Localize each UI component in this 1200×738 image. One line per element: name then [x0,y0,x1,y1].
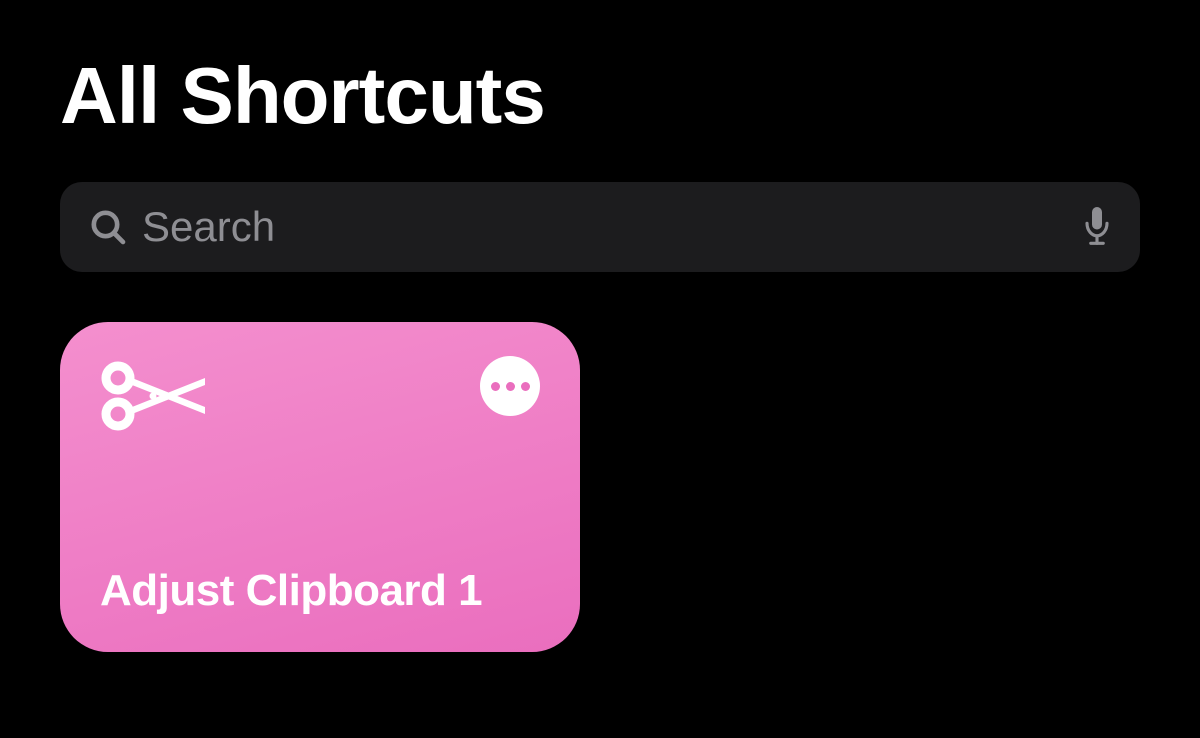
search-bar[interactable] [60,182,1140,272]
dot-icon [521,382,530,391]
scissors-icon [100,356,210,436]
search-input[interactable] [142,203,1082,251]
shortcut-label: Adjust Clipboard 1 [100,566,540,616]
dot-icon [506,382,515,391]
tile-header [100,356,540,436]
dot-icon [491,382,500,391]
shortcut-tile[interactable]: Adjust Clipboard 1 [60,322,580,652]
more-button[interactable] [480,356,540,416]
search-icon [88,207,128,247]
page-title: All Shortcuts [60,50,1140,142]
shortcuts-grid: Adjust Clipboard 1 [60,322,1140,652]
mic-icon[interactable] [1082,205,1112,249]
